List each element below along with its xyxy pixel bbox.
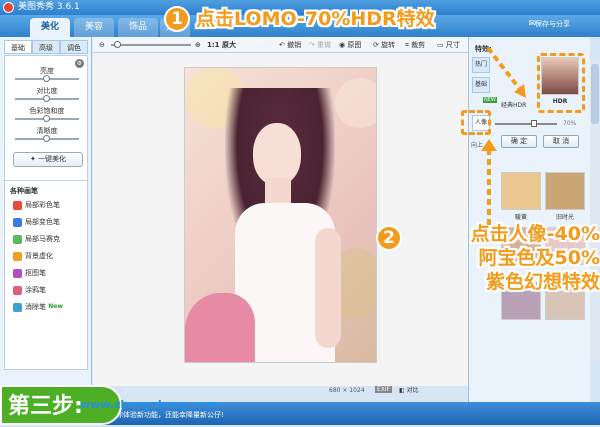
effect-thumb[interactable] (501, 172, 541, 210)
brush-icon (13, 285, 22, 295)
brush-icon (13, 268, 22, 278)
cancel-button[interactable]: 取 消 (543, 135, 579, 148)
scrollbar-thumb[interactable] (591, 64, 599, 124)
saturation-slider[interactable] (15, 115, 79, 122)
app-title: 美图秀秀 3.6.1 (18, 2, 80, 12)
intensity-value: 70% (563, 120, 577, 127)
effect-thumb-label: 暖黄 (514, 214, 527, 221)
brush-item-local-recolor[interactable]: 局部变色笔 (13, 216, 60, 228)
image-toolbar: ⊖ ⊕ 1:1 原大 ↶ 撤销 ↷ 重做 ◉ 原图 ⟳ 旋转 ⌗ 裁剪 ▭ 尺寸 (93, 37, 468, 53)
tab-face[interactable]: 美容 (74, 18, 114, 37)
subtab-basic[interactable]: 基础 (4, 40, 32, 54)
magic-icon: ✦ (29, 155, 39, 163)
step2-line: 阿宝色及50% (478, 247, 600, 269)
brush-item-eraser[interactable]: 消除笔 New (13, 301, 63, 313)
hdr-highlight-frame (537, 53, 585, 113)
brush-icon (13, 217, 22, 227)
brush-item-cutout[interactable]: 抠图笔 (13, 267, 46, 279)
rotate-button[interactable]: ⟳ 旋转 (373, 40, 395, 50)
step2-annotation: 点击人像-40% 阿宝色及50% 紫色幻想特效 (406, 222, 600, 294)
intensity-knob[interactable] (531, 120, 537, 127)
effect-thumb-label: 旧时光 (555, 214, 574, 221)
contrast-slider[interactable] (15, 95, 79, 102)
brush-icon (13, 234, 22, 244)
step2-number: 2 (376, 225, 402, 251)
compare-button[interactable]: ◧ 对比 (399, 385, 419, 394)
tab-beautify[interactable]: 美化 (30, 18, 70, 37)
actual-size-button[interactable]: 1:1 原大 (207, 40, 236, 50)
slider-knob[interactable] (43, 75, 50, 82)
undo-button[interactable]: ↶ 撤销 (279, 40, 301, 50)
brush-icon (13, 200, 22, 210)
exif-button[interactable]: EXIF (375, 386, 393, 393)
brush-item-doodle[interactable]: 涂鸦笔 (13, 284, 46, 296)
left-panel: 基础 高级 调色 ⚙ 亮度 对比度 色彩饱和度 清晰度 ✦ 一键美化 各种画笔 … (0, 37, 92, 402)
face (253, 123, 301, 185)
slider-knob[interactable] (43, 115, 50, 122)
step1-annotation: 点击LOMO-70%HDR特效 (196, 8, 435, 30)
size-button[interactable]: ▭ 尺寸 (437, 40, 460, 50)
left-subtabs: 基础 高级 调色 (4, 40, 88, 54)
eraser-icon (13, 302, 22, 312)
subtab-color[interactable]: 调色 (60, 40, 88, 54)
zoom-in-icon[interactable]: ⊕ (195, 40, 201, 50)
zoom-out-icon[interactable]: ⊖ (99, 40, 105, 50)
app-logo-icon (3, 2, 14, 13)
step2-line: 紫色幻想特效 (485, 271, 600, 293)
portrait-photo (184, 67, 377, 363)
zoom-knob[interactable] (114, 41, 121, 48)
arrow-to-portrait-icon (481, 139, 497, 225)
subtab-advanced[interactable]: 高级 (32, 40, 60, 54)
effect-thumb[interactable] (545, 172, 585, 210)
zoom-slider[interactable] (111, 41, 191, 48)
confirm-button[interactable]: 确 定 (501, 135, 537, 148)
brush-item-mosaic[interactable]: 局部马赛克 (13, 233, 60, 245)
image-canvas: 680 × 1024 EXIF ◧ 对比 (93, 53, 468, 394)
brightness-slider[interactable] (15, 75, 79, 82)
brush-item-local-color[interactable]: 局部彩色笔 (13, 199, 60, 211)
save-share-button[interactable]: 保存与分享 (535, 19, 570, 29)
brushes-title: 各种画笔 (10, 187, 38, 195)
brush-icon (13, 251, 22, 261)
slider-knob[interactable] (43, 95, 50, 102)
brush-item-background-blur[interactable]: 背景虚化 (13, 250, 53, 262)
watermark: www.zhangchang.com (80, 398, 219, 411)
image-size: 680 × 1024 (329, 387, 365, 394)
new-tag: New (48, 303, 63, 310)
arrow-to-hdr-icon (486, 46, 526, 98)
crop-button[interactable]: ⌗ 裁剪 (405, 40, 425, 50)
step1-number: 1 (164, 6, 190, 32)
effects-scrollbar[interactable] (590, 60, 600, 360)
original-button[interactable]: ◉ 原图 (339, 40, 361, 50)
tab-accessories[interactable]: 饰品 (118, 18, 158, 37)
intensity-slider[interactable] (495, 120, 557, 127)
onekey-beautify-button[interactable]: ✦ 一键美化 (13, 152, 83, 167)
sharpness-slider[interactable] (15, 135, 79, 142)
brush-panel: 各种画笔 局部彩色笔 局部变色笔 局部马赛克 背景虚化 抠图笔 涂鸦笔 消除笔 … (4, 180, 88, 370)
redo-button[interactable]: ↷ 重做 (309, 40, 331, 50)
slider-knob[interactable] (43, 135, 50, 142)
